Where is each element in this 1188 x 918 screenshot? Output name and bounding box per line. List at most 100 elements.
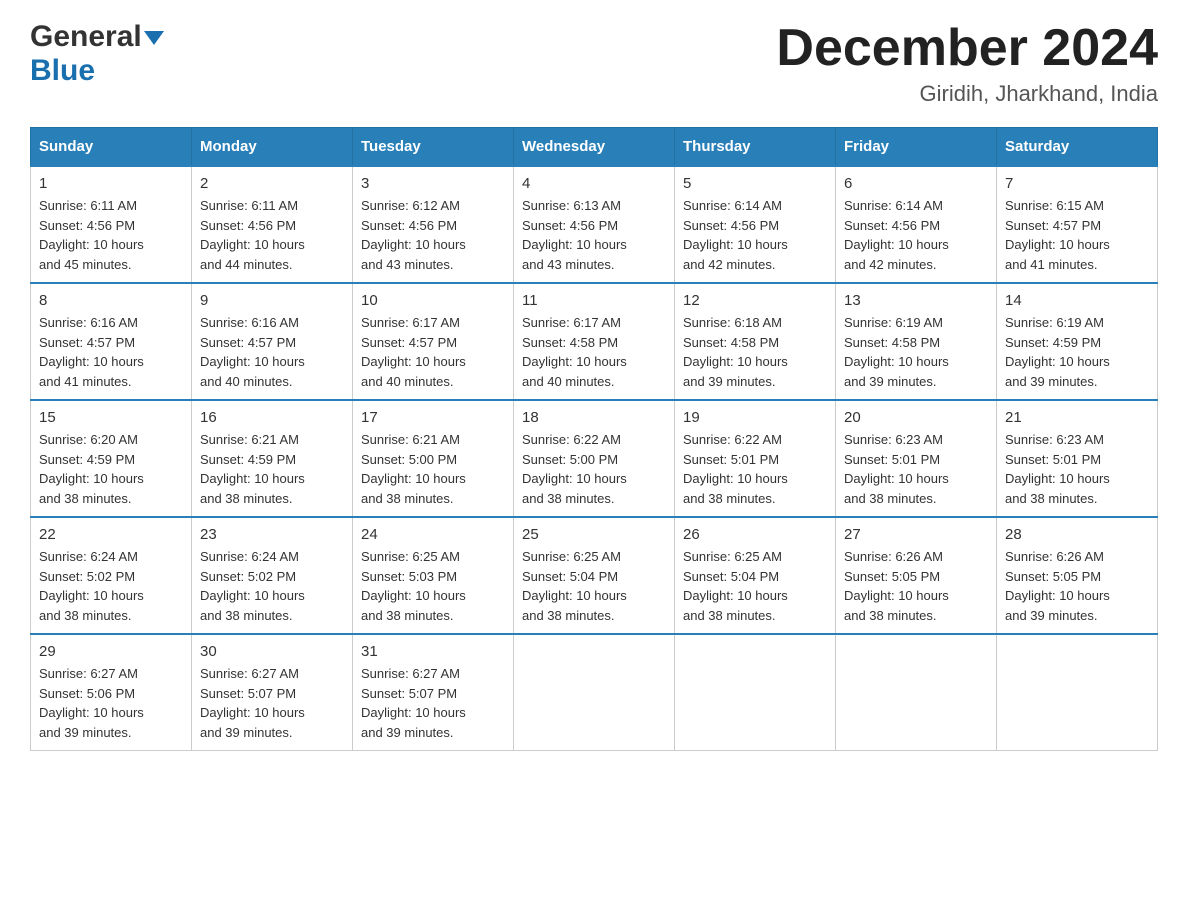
sunset-label: Sunset: xyxy=(39,335,87,350)
sunrise-label: Sunrise: xyxy=(522,549,573,564)
sunset-label: Sunset: xyxy=(522,335,570,350)
sunset-value: 4:59 PM xyxy=(1053,335,1101,350)
day-info: Sunrise: 6:23 AM Sunset: 5:01 PM Dayligh… xyxy=(844,430,988,508)
day-number: 8 xyxy=(39,292,183,309)
sunset-label: Sunset: xyxy=(844,569,892,584)
sunset-value: 5:05 PM xyxy=(892,569,940,584)
day-info: Sunrise: 6:27 AM Sunset: 5:07 PM Dayligh… xyxy=(200,664,344,742)
sunrise-label: Sunrise: xyxy=(1005,549,1056,564)
calendar-cell: 9 Sunrise: 6:16 AM Sunset: 4:57 PM Dayli… xyxy=(192,283,353,400)
day-info: Sunrise: 6:14 AM Sunset: 4:56 PM Dayligh… xyxy=(683,196,827,274)
sunrise-value: 6:18 AM xyxy=(734,315,782,330)
calendar-cell: 28 Sunrise: 6:26 AM Sunset: 5:05 PM Dayl… xyxy=(997,517,1158,634)
sunrise-label: Sunrise: xyxy=(844,315,895,330)
daylight-label: Daylight: xyxy=(683,237,737,252)
day-number: 17 xyxy=(361,409,505,426)
day-number: 18 xyxy=(522,409,666,426)
daylight-label: Daylight: xyxy=(844,237,898,252)
sunset-label: Sunset: xyxy=(844,335,892,350)
day-number: 16 xyxy=(200,409,344,426)
sunrise-label: Sunrise: xyxy=(39,549,90,564)
calendar-cell: 30 Sunrise: 6:27 AM Sunset: 5:07 PM Dayl… xyxy=(192,634,353,751)
sunrise-value: 6:25 AM xyxy=(573,549,621,564)
sunset-value: 5:07 PM xyxy=(248,686,296,701)
day-info: Sunrise: 6:27 AM Sunset: 5:06 PM Dayligh… xyxy=(39,664,183,742)
sunrise-value: 6:27 AM xyxy=(90,666,138,681)
col-header-monday: Monday xyxy=(192,128,353,167)
logo-general-text: General xyxy=(30,20,164,54)
day-info: Sunrise: 6:22 AM Sunset: 5:00 PM Dayligh… xyxy=(522,430,666,508)
day-info: Sunrise: 6:25 AM Sunset: 5:04 PM Dayligh… xyxy=(683,547,827,625)
day-info: Sunrise: 6:17 AM Sunset: 4:58 PM Dayligh… xyxy=(522,313,666,391)
calendar-cell: 7 Sunrise: 6:15 AM Sunset: 4:57 PM Dayli… xyxy=(997,166,1158,283)
day-info: Sunrise: 6:11 AM Sunset: 4:56 PM Dayligh… xyxy=(200,196,344,274)
calendar-cell: 26 Sunrise: 6:25 AM Sunset: 5:04 PM Dayl… xyxy=(675,517,836,634)
day-info: Sunrise: 6:19 AM Sunset: 4:58 PM Dayligh… xyxy=(844,313,988,391)
sunset-label: Sunset: xyxy=(200,218,248,233)
title-section: December 2024 Giridih, Jharkhand, India xyxy=(776,20,1158,107)
daylight-label: Daylight: xyxy=(200,354,254,369)
daylight-label: Daylight: xyxy=(522,237,576,252)
sunrise-label: Sunrise: xyxy=(844,549,895,564)
sunrise-label: Sunrise: xyxy=(39,198,90,213)
day-number: 21 xyxy=(1005,409,1149,426)
day-number: 28 xyxy=(1005,526,1149,543)
sunrise-value: 6:27 AM xyxy=(412,666,460,681)
sunrise-value: 6:21 AM xyxy=(412,432,460,447)
sunset-label: Sunset: xyxy=(683,335,731,350)
day-number: 9 xyxy=(200,292,344,309)
logo-triangle-icon xyxy=(144,31,164,45)
daylight-label: Daylight: xyxy=(39,471,93,486)
col-header-wednesday: Wednesday xyxy=(514,128,675,167)
day-info: Sunrise: 6:26 AM Sunset: 5:05 PM Dayligh… xyxy=(844,547,988,625)
calendar-cell: 11 Sunrise: 6:17 AM Sunset: 4:58 PM Dayl… xyxy=(514,283,675,400)
sunset-label: Sunset: xyxy=(200,569,248,584)
sunrise-value: 6:14 AM xyxy=(895,198,943,213)
day-info: Sunrise: 6:21 AM Sunset: 5:00 PM Dayligh… xyxy=(361,430,505,508)
daylight-label: Daylight: xyxy=(361,237,415,252)
calendar-cell: 13 Sunrise: 6:19 AM Sunset: 4:58 PM Dayl… xyxy=(836,283,997,400)
day-info: Sunrise: 6:15 AM Sunset: 4:57 PM Dayligh… xyxy=(1005,196,1149,274)
day-number: 30 xyxy=(200,643,344,660)
sunset-value: 4:58 PM xyxy=(570,335,618,350)
sunrise-value: 6:26 AM xyxy=(1056,549,1104,564)
daylight-label: Daylight: xyxy=(522,588,576,603)
sunrise-value: 6:25 AM xyxy=(734,549,782,564)
day-number: 11 xyxy=(522,292,666,309)
calendar-cell: 1 Sunrise: 6:11 AM Sunset: 4:56 PM Dayli… xyxy=(31,166,192,283)
day-info: Sunrise: 6:14 AM Sunset: 4:56 PM Dayligh… xyxy=(844,196,988,274)
daylight-label: Daylight: xyxy=(1005,588,1059,603)
sunrise-value: 6:14 AM xyxy=(734,198,782,213)
sunrise-value: 6:13 AM xyxy=(573,198,621,213)
sunrise-value: 6:25 AM xyxy=(412,549,460,564)
sunrise-label: Sunrise: xyxy=(522,432,573,447)
sunset-value: 4:58 PM xyxy=(731,335,779,350)
sunrise-value: 6:17 AM xyxy=(412,315,460,330)
col-header-friday: Friday xyxy=(836,128,997,167)
day-number: 19 xyxy=(683,409,827,426)
calendar-cell: 8 Sunrise: 6:16 AM Sunset: 4:57 PM Dayli… xyxy=(31,283,192,400)
day-info: Sunrise: 6:17 AM Sunset: 4:57 PM Dayligh… xyxy=(361,313,505,391)
daylight-label: Daylight: xyxy=(1005,237,1059,252)
calendar-cell: 22 Sunrise: 6:24 AM Sunset: 5:02 PM Dayl… xyxy=(31,517,192,634)
sunrise-label: Sunrise: xyxy=(844,432,895,447)
week-row-5: 29 Sunrise: 6:27 AM Sunset: 5:06 PM Dayl… xyxy=(31,634,1158,751)
day-number: 25 xyxy=(522,526,666,543)
page-header: General Blue December 2024 Giridih, Jhar… xyxy=(30,20,1158,107)
sunrise-label: Sunrise: xyxy=(200,198,251,213)
calendar-cell: 4 Sunrise: 6:13 AM Sunset: 4:56 PM Dayli… xyxy=(514,166,675,283)
sunrise-label: Sunrise: xyxy=(844,198,895,213)
sunset-value: 5:00 PM xyxy=(570,452,618,467)
day-info: Sunrise: 6:23 AM Sunset: 5:01 PM Dayligh… xyxy=(1005,430,1149,508)
day-number: 24 xyxy=(361,526,505,543)
sunrise-label: Sunrise: xyxy=(361,549,412,564)
sunrise-value: 6:24 AM xyxy=(90,549,138,564)
col-header-tuesday: Tuesday xyxy=(353,128,514,167)
day-number: 20 xyxy=(844,409,988,426)
sunset-value: 4:57 PM xyxy=(248,335,296,350)
col-header-sunday: Sunday xyxy=(31,128,192,167)
calendar-cell: 20 Sunrise: 6:23 AM Sunset: 5:01 PM Dayl… xyxy=(836,400,997,517)
sunrise-value: 6:23 AM xyxy=(895,432,943,447)
day-number: 29 xyxy=(39,643,183,660)
week-row-4: 22 Sunrise: 6:24 AM Sunset: 5:02 PM Dayl… xyxy=(31,517,1158,634)
